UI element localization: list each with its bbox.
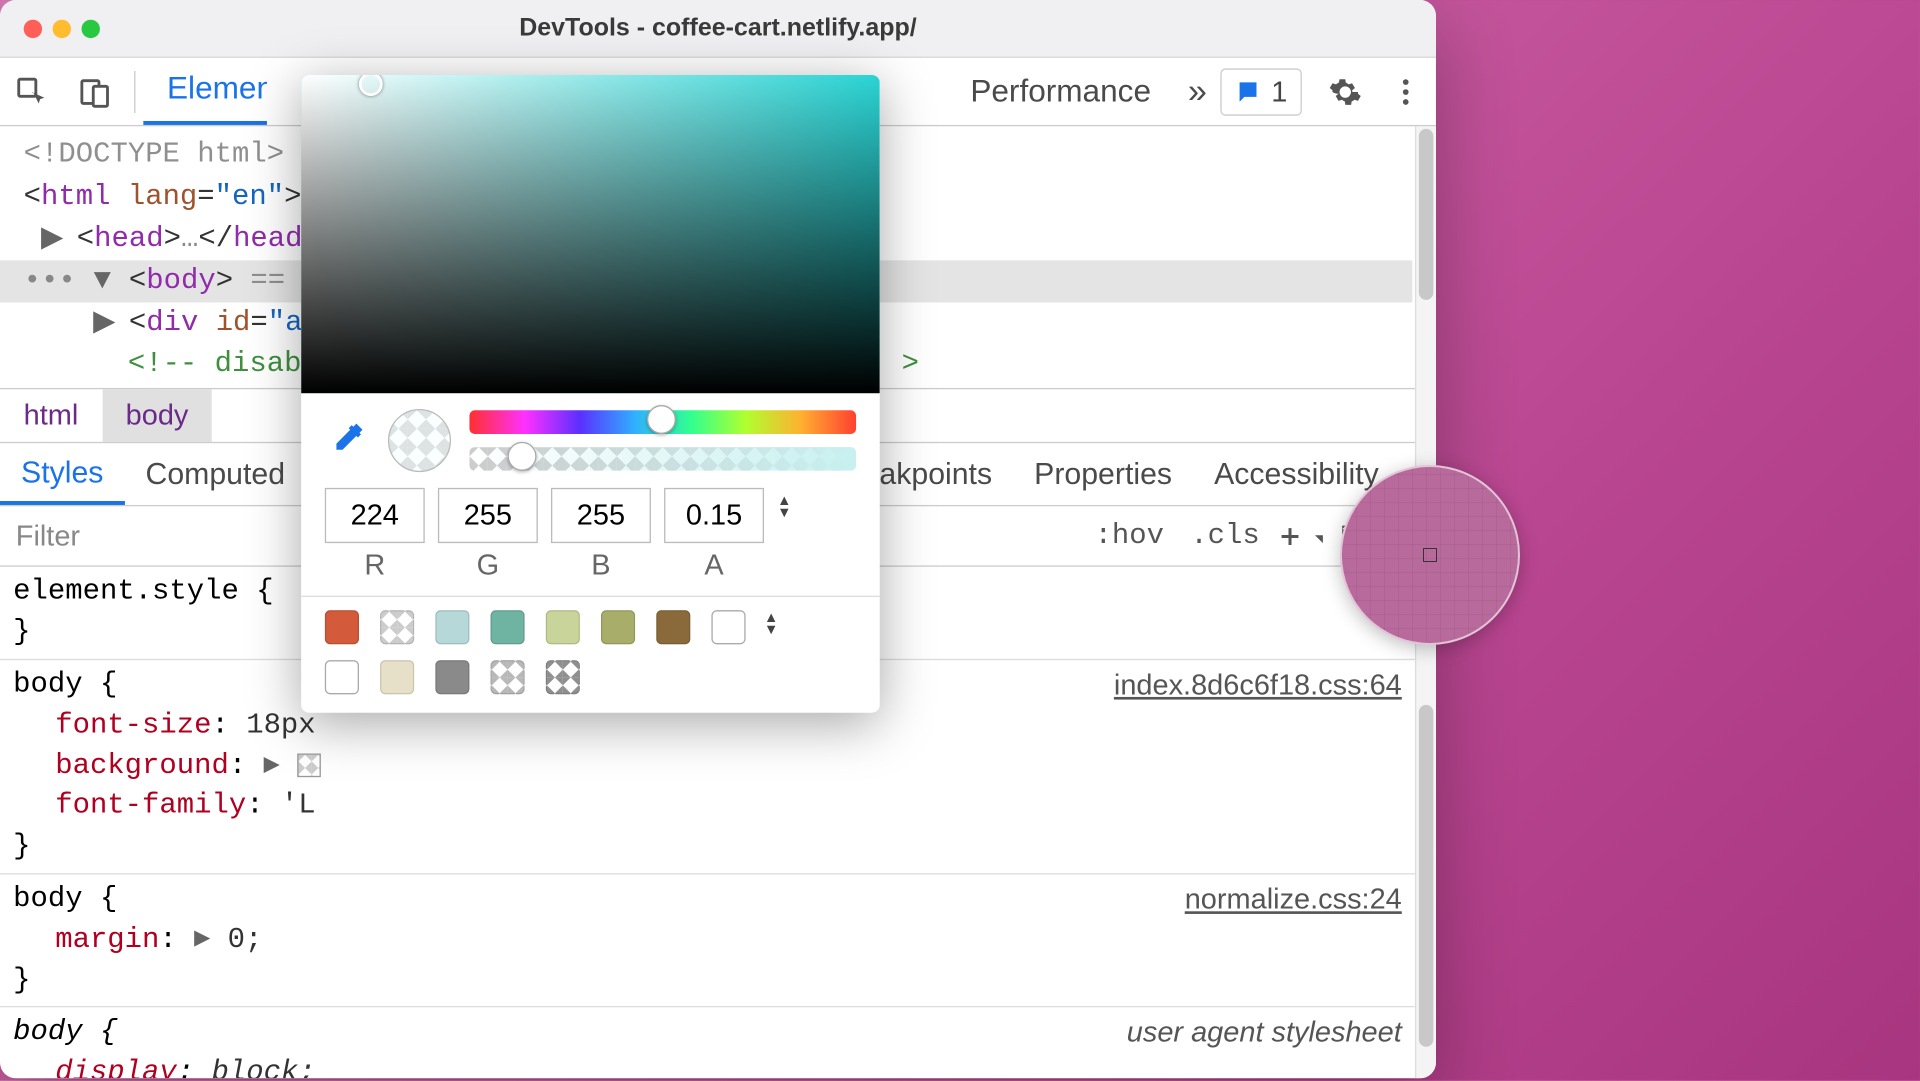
eyedropper-magnifier[interactable] — [1340, 465, 1520, 645]
source-link[interactable]: index.8d6c6f18.css:64 — [1114, 665, 1402, 705]
color-swatch-icon[interactable] — [297, 753, 321, 777]
swatch[interactable] — [546, 660, 580, 694]
tab-properties[interactable]: Properties — [1013, 444, 1193, 506]
swatch-palette: ▲▼ — [301, 610, 880, 713]
source-label: user agent stylesheet — [1127, 1013, 1402, 1053]
swatch[interactable] — [325, 660, 359, 694]
tab-overflow-icon[interactable]: » — [1175, 71, 1220, 112]
inspect-element-icon[interactable] — [0, 74, 63, 108]
swatch[interactable] — [490, 610, 524, 644]
magnifier-crosshair — [1423, 548, 1437, 562]
swatch[interactable] — [380, 610, 414, 644]
panel-tabs: Elements — [143, 58, 267, 125]
titlebar: DevTools - coffee-cart.netlify.app/ — [0, 0, 1436, 58]
swatch[interactable] — [656, 610, 690, 644]
swatch[interactable] — [380, 660, 414, 694]
palette-toggle[interactable]: ▲▼ — [764, 610, 778, 636]
tab-performance[interactable]: Performance — [947, 73, 1175, 110]
settings-icon[interactable] — [1315, 74, 1375, 108]
color-format-toggle[interactable]: ▲▼ — [777, 488, 791, 520]
rule-user-agent[interactable]: user agent stylesheet body { display: bl… — [0, 1008, 1415, 1079]
rule-normalize-css[interactable]: normalize.css:24 body { margin: ▶ 0; } — [0, 874, 1415, 1007]
swatch[interactable] — [601, 610, 635, 644]
window-title: DevTools - coffee-cart.netlify.app/ — [0, 14, 1436, 43]
tab-elements[interactable]: Elements — [143, 58, 267, 125]
scroll-thumb[interactable] — [1419, 129, 1433, 300]
swatch[interactable] — [325, 610, 359, 644]
tab-styles[interactable]: Styles — [0, 444, 124, 506]
issues-badge[interactable]: 1 — [1220, 68, 1302, 115]
swatch[interactable] — [435, 610, 469, 644]
source-link[interactable]: normalize.css:24 — [1185, 880, 1402, 920]
swatch[interactable] — [711, 610, 745, 644]
crumb-body[interactable]: body — [102, 390, 212, 443]
alpha-thumb[interactable] — [508, 442, 537, 471]
swatch[interactable] — [546, 610, 580, 644]
more-menu-icon[interactable] — [1375, 74, 1435, 108]
cls-toggle[interactable]: .cls — [1177, 520, 1273, 553]
hov-toggle[interactable]: :hov — [1081, 520, 1177, 553]
g-input[interactable] — [438, 488, 538, 543]
alpha-slider[interactable] — [469, 447, 856, 471]
b-input[interactable] — [551, 488, 651, 543]
issues-count: 1 — [1271, 74, 1287, 108]
saturation-value-field[interactable] — [301, 75, 880, 393]
tab-computed[interactable]: Computed — [124, 444, 306, 506]
scroll-thumb[interactable] — [1419, 705, 1433, 1047]
devtools-window: DevTools - coffee-cart.netlify.app/ Elem… — [0, 0, 1436, 1078]
a-input[interactable] — [664, 488, 764, 543]
swatch[interactable] — [490, 660, 524, 694]
gutter-dots: ••• — [24, 264, 76, 297]
r-input[interactable] — [325, 488, 425, 543]
crumb-html[interactable]: html — [0, 390, 102, 443]
hue-thumb[interactable] — [647, 405, 676, 434]
new-rule-button[interactable] — [1273, 522, 1326, 551]
device-toolbar-icon[interactable] — [63, 74, 126, 108]
eyedropper-icon[interactable] — [325, 418, 370, 463]
swatch[interactable] — [435, 660, 469, 694]
divider — [134, 70, 135, 112]
rgba-inputs: R G B A ▲▼ — [301, 488, 880, 596]
sv-cursor[interactable] — [359, 75, 383, 96]
current-color-swatch — [388, 409, 451, 472]
hue-slider[interactable] — [469, 410, 856, 434]
color-picker-popover: R G B A ▲▼ ▲▼ — [301, 75, 880, 713]
tab-breakpoints-partial[interactable]: akpoints — [858, 444, 1013, 506]
